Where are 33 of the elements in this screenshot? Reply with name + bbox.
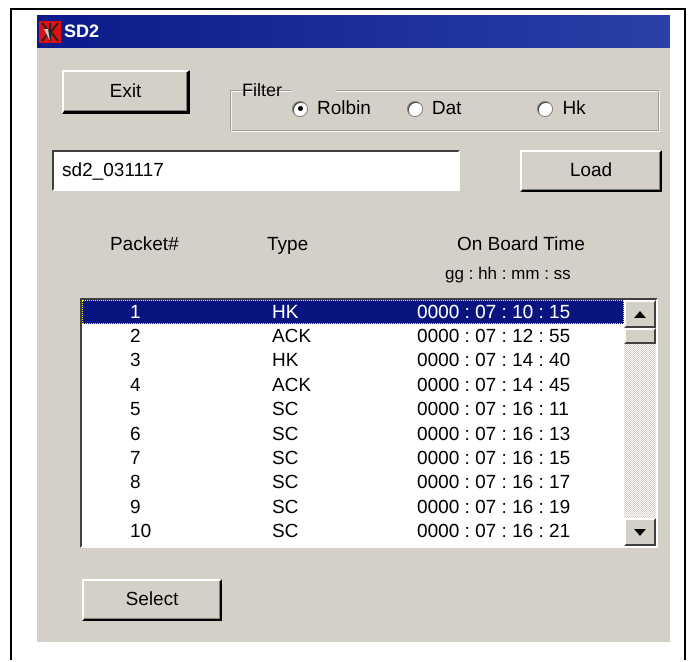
down-arrow-icon bbox=[634, 528, 646, 536]
radio-option[interactable]: Rolbin bbox=[292, 98, 371, 120]
list-row[interactable]: 2 ACK 0000 : 07 : 12 : 55 bbox=[82, 324, 624, 349]
app-icon bbox=[39, 20, 61, 42]
time-format-label: gg : hh : mm : ss bbox=[445, 264, 571, 283]
column-header: Type bbox=[267, 234, 308, 256]
scroll-up-button[interactable] bbox=[624, 300, 656, 328]
list-row[interactable]: 4 ACK 0000 : 07 : 14 : 45 bbox=[82, 373, 624, 398]
list-row[interactable]: 5 SC 0000 : 07 : 16 : 11 bbox=[82, 398, 624, 422]
radio-option[interactable]: Hk bbox=[537, 98, 586, 120]
scroll-down-button[interactable] bbox=[624, 518, 656, 546]
up-arrow-icon bbox=[634, 310, 646, 318]
radio-button[interactable] bbox=[537, 100, 554, 116]
scroll-thumb[interactable] bbox=[624, 328, 656, 344]
column-header: On Board Time bbox=[457, 234, 585, 256]
list-row[interactable]: 7 SC 0000 : 07 : 16 : 15 bbox=[82, 446, 624, 471]
window-title: SD2 bbox=[64, 21, 100, 42]
list-row[interactable]: 9 SC 0000 : 07 : 16 : 19 bbox=[82, 495, 624, 520]
select-button[interactable]: Select bbox=[82, 579, 222, 621]
radio-button[interactable] bbox=[292, 100, 308, 116]
load-button[interactable]: Load bbox=[520, 150, 662, 192]
filter-label: Filter bbox=[241, 80, 283, 101]
list-row[interactable]: 8 SC 0000 : 07 : 16 : 17 bbox=[82, 470, 624, 496]
column-header: Packet# bbox=[110, 234, 179, 256]
scrollbar[interactable] bbox=[624, 300, 656, 546]
list-row[interactable]: 1 HK 0000 : 07 : 10 : 15 bbox=[82, 300, 624, 324]
list-row[interactable]: 6 SC 0000 : 07 : 16 : 13 bbox=[82, 422, 624, 446]
file-name-field[interactable]: sd2_031117 bbox=[52, 150, 460, 191]
exit-button[interactable]: Exit bbox=[62, 70, 190, 114]
list-row[interactable]: 3 HK 0000 : 07 : 14 : 40 bbox=[82, 348, 624, 374]
list-row[interactable]: 10 SC 0000 : 07 : 16 : 21 bbox=[82, 520, 624, 544]
radio-button[interactable] bbox=[406, 100, 423, 116]
radio-option[interactable]: Dat bbox=[406, 98, 462, 120]
